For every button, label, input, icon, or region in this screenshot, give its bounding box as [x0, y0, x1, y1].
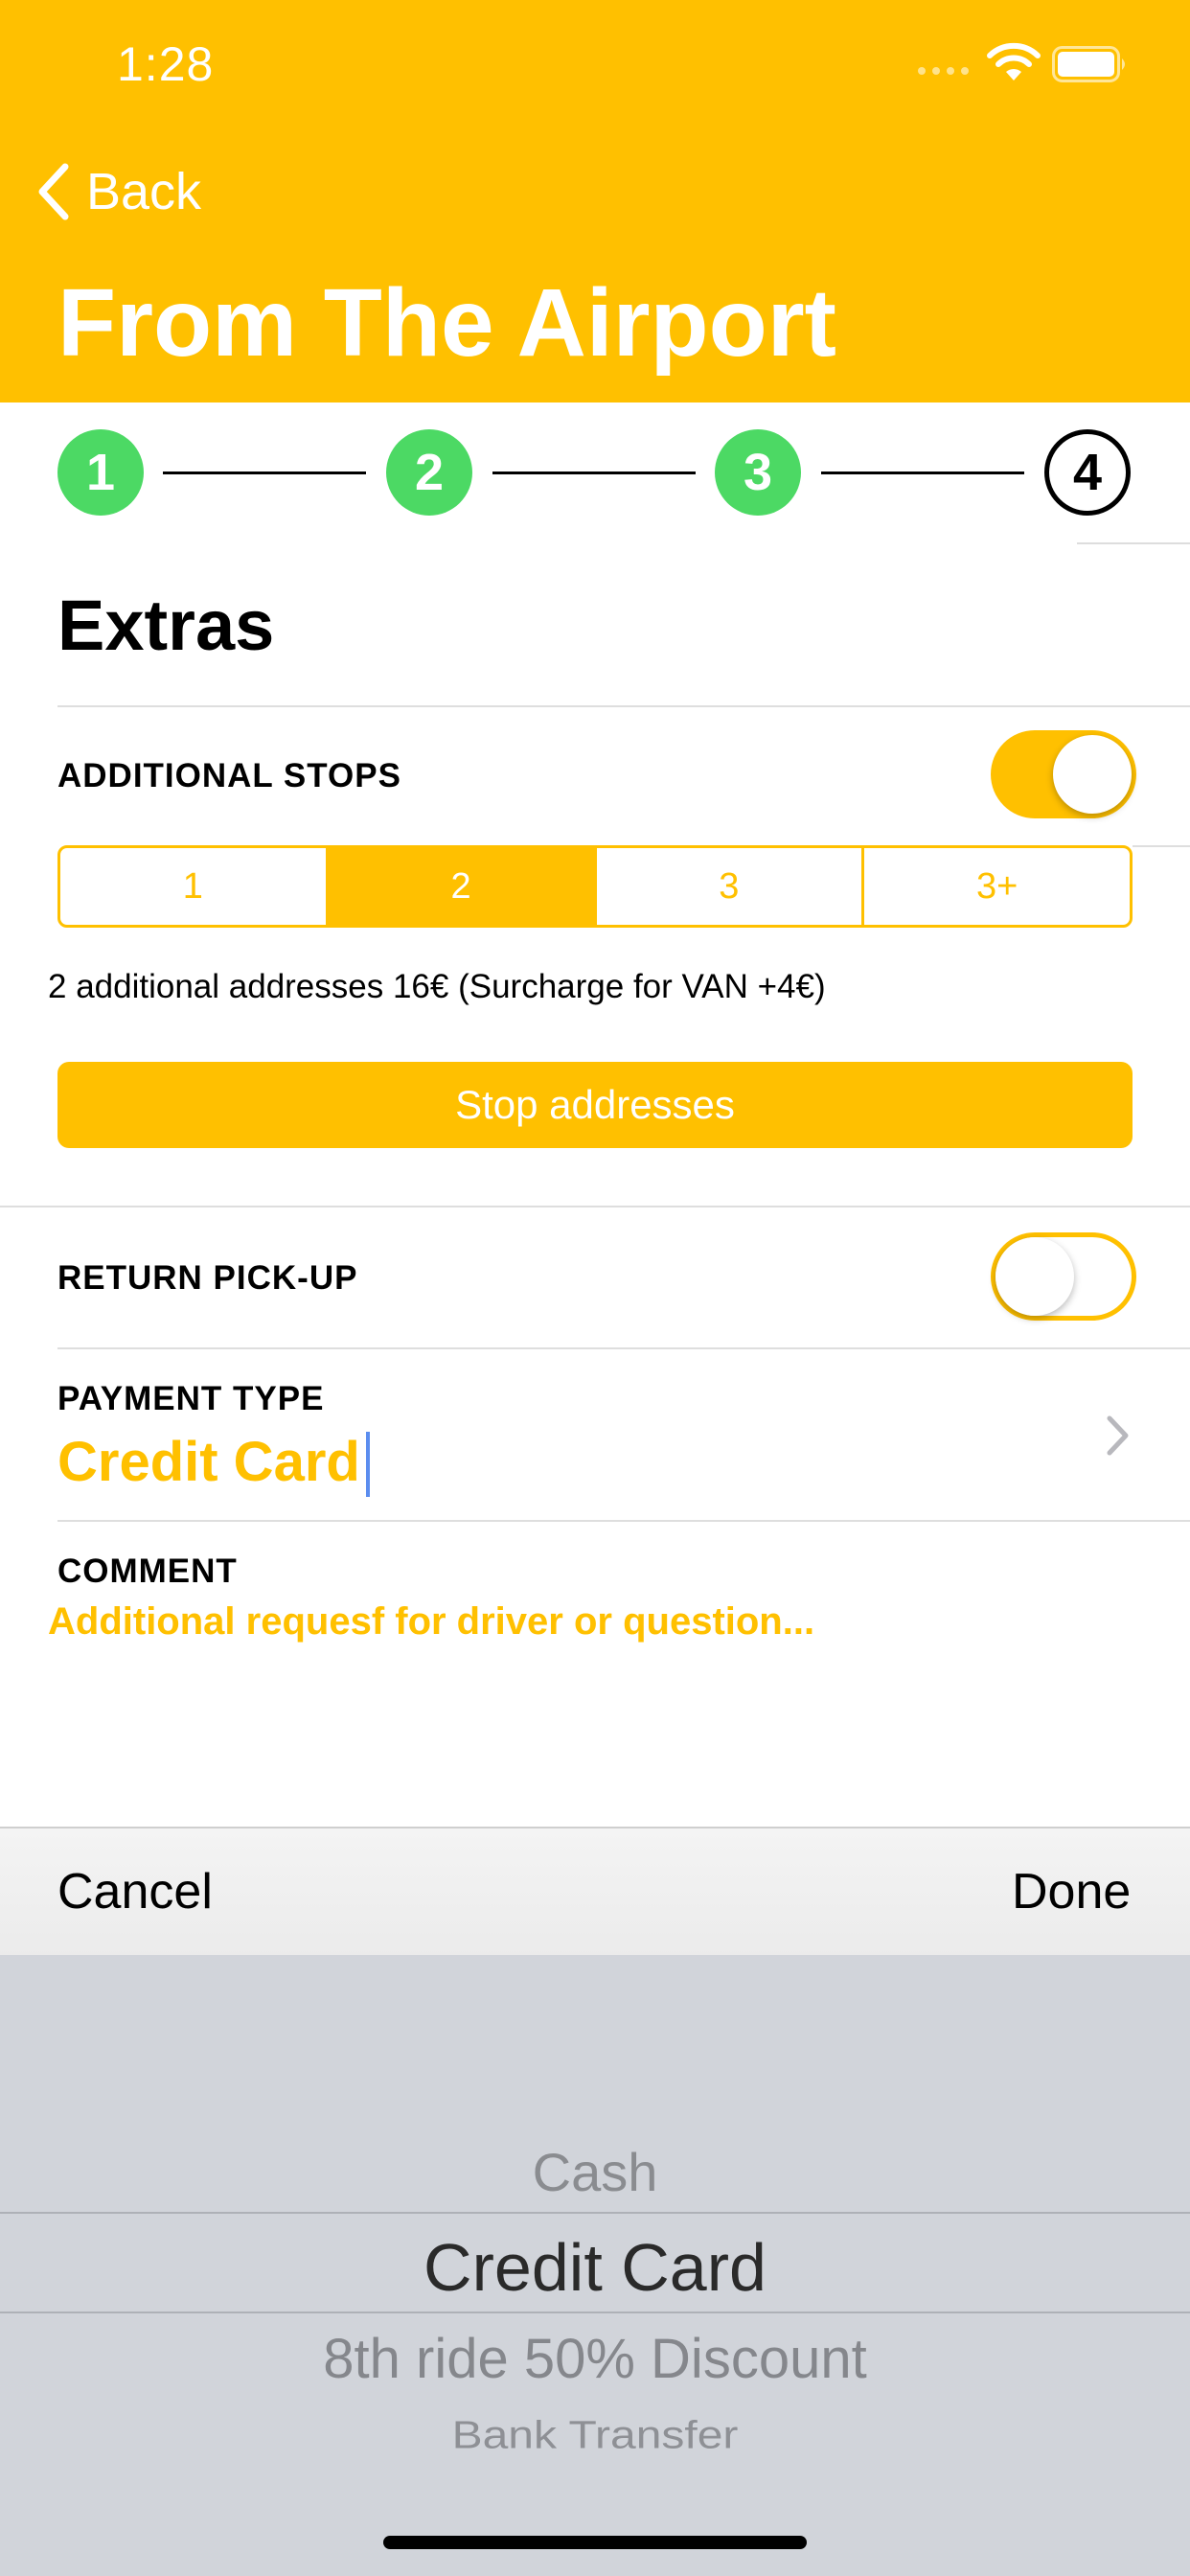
- cellular-signal-icon: [918, 67, 975, 79]
- cancel-button[interactable]: Cancel: [57, 1863, 213, 1920]
- picker-option-cash[interactable]: Cash: [0, 2141, 1190, 2203]
- segment-2-selected[interactable]: 2: [328, 848, 597, 925]
- payment-type-label: PAYMENT TYPE: [57, 1380, 325, 1417]
- divider: [57, 1347, 1190, 1349]
- wifi-icon: [987, 42, 1041, 80]
- return-pickup-toggle[interactable]: [991, 1232, 1136, 1321]
- divider: [0, 1206, 1190, 1208]
- chevron-right-icon[interactable]: [1106, 1414, 1131, 1457]
- step-connector: [492, 472, 696, 474]
- picker-selection-line: [0, 2212, 1190, 2214]
- stops-count-segmented-control[interactable]: 1 2 3 3+: [57, 845, 1133, 928]
- back-button[interactable]: Back: [34, 153, 201, 230]
- additional-stops-toggle[interactable]: [991, 730, 1136, 818]
- section-title: Extras: [57, 586, 275, 665]
- step-connector: [821, 472, 1024, 474]
- page-title: From The Airport: [57, 269, 836, 377]
- segment-3-plus[interactable]: 3+: [864, 848, 1130, 925]
- battery-icon: [1052, 46, 1125, 82]
- text-cursor: [366, 1432, 370, 1497]
- home-indicator: [383, 2536, 807, 2549]
- step-1: 1: [57, 429, 144, 516]
- segment-3[interactable]: 3: [597, 848, 865, 925]
- picker-option-8th-ride-discount[interactable]: 8th ride 50% Discount: [0, 2327, 1190, 2391]
- picker-option-credit-card-selected[interactable]: Credit Card: [0, 2229, 1190, 2306]
- step-3: 3: [715, 429, 801, 516]
- stops-price-info: 2 additional addresses 16€ (Surcharge fo…: [48, 968, 826, 1005]
- additional-stops-label: ADDITIONAL STOPS: [57, 757, 401, 794]
- divider: [57, 705, 1190, 707]
- return-pickup-label: RETURN PICK-UP: [57, 1259, 358, 1297]
- payment-type-value[interactable]: Credit Card: [57, 1430, 360, 1494]
- divider: [57, 1520, 1190, 1522]
- toggle-knob: [995, 1237, 1074, 1316]
- done-button[interactable]: Done: [1012, 1863, 1131, 1920]
- comment-label: COMMENT: [57, 1552, 238, 1590]
- stop-addresses-button[interactable]: Stop addresses: [57, 1062, 1133, 1148]
- comment-input[interactable]: Additional requesf for driver or questio…: [48, 1600, 814, 1644]
- picker-option-bank-transfer[interactable]: Bank Transfer: [0, 2413, 1190, 2458]
- step-2: 2: [386, 429, 472, 516]
- step-4-current: 4: [1044, 429, 1131, 516]
- segment-1[interactable]: 1: [60, 848, 329, 925]
- picker-selection-line: [0, 2312, 1190, 2313]
- chevron-left-icon: [38, 163, 69, 220]
- divider: [1077, 542, 1190, 544]
- back-label: Back: [86, 163, 202, 220]
- status-time: 1:28: [117, 37, 215, 91]
- step-connector: [163, 472, 366, 474]
- divider: [1133, 845, 1190, 847]
- toggle-knob: [1053, 735, 1132, 814]
